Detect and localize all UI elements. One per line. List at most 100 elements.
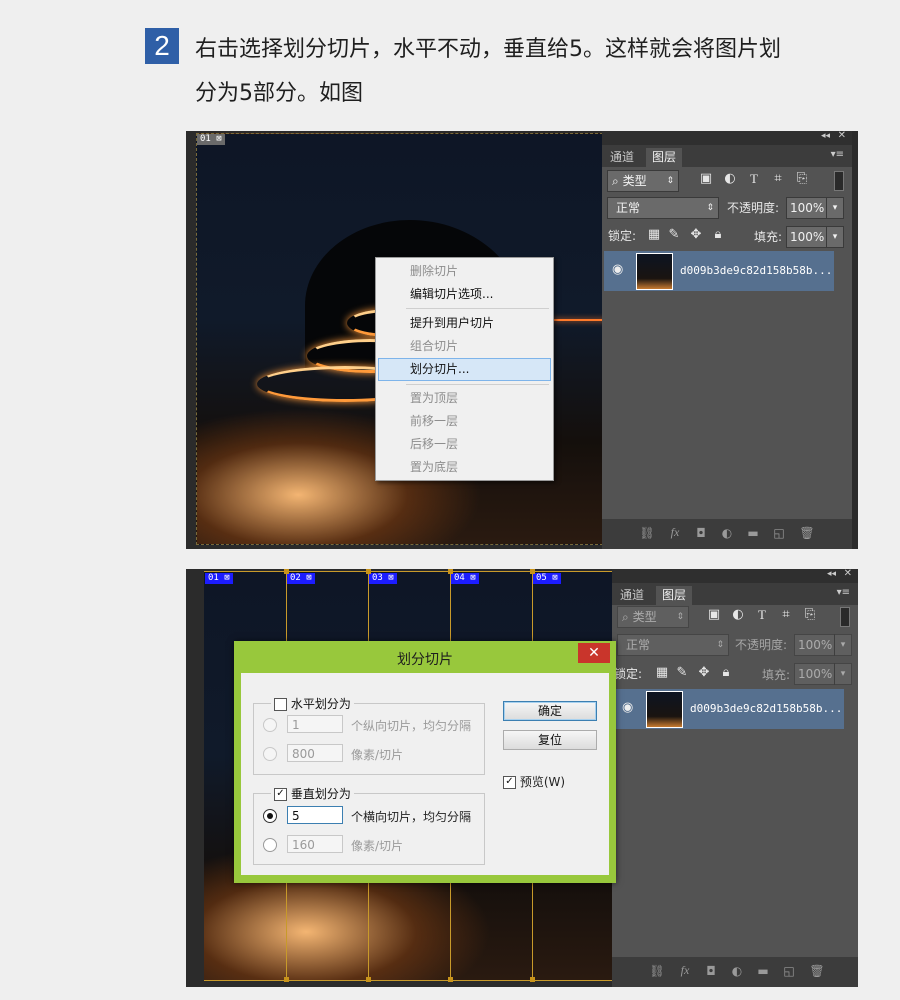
- opacity-dropdown[interactable]: ▾: [826, 197, 844, 219]
- collapse-arrows-icon[interactable]: ◂◂: [827, 569, 836, 579]
- opacity-dropdown[interactable]: ▾: [834, 634, 852, 656]
- image-filter-icon[interactable]: ▣: [706, 607, 722, 622]
- shape-filter-icon[interactable]: ⌗: [778, 607, 794, 622]
- blend-mode-select[interactable]: 正常 ⇕: [617, 634, 729, 656]
- menu-item-send-backward[interactable]: 后移一层: [410, 433, 458, 455]
- layer-row[interactable]: ◉ d009b3de9c82d158b58b...: [614, 689, 844, 729]
- vertical-pixels-input[interactable]: 160: [287, 835, 343, 853]
- horizontal-divide-legend: 水平划分为: [271, 695, 354, 712]
- visibility-eye-icon[interactable]: ◉: [622, 700, 633, 715]
- layer-row[interactable]: ◉ d009b3de9c82d158b58b...: [604, 251, 834, 291]
- slice-handle[interactable]: [284, 569, 289, 574]
- slice-number-tag: 05 ⊠: [533, 573, 561, 584]
- tab-channels[interactable]: 通道: [614, 586, 650, 605]
- lock-transparent-icon[interactable]: ▦: [646, 227, 662, 242]
- slice-handle[interactable]: [366, 569, 371, 574]
- menu-item-delete-slice[interactable]: 删除切片: [410, 260, 458, 282]
- tab-layers[interactable]: 图层: [656, 586, 693, 605]
- layer-style-fx-icon[interactable]: fx: [676, 963, 694, 978]
- filter-toggle[interactable]: [840, 607, 850, 627]
- adjustment-layer-icon[interactable]: ◐: [728, 964, 746, 978]
- horizontal-pixels-radio[interactable]: [263, 747, 277, 761]
- slice-handle[interactable]: [448, 569, 453, 574]
- image-filter-icon[interactable]: ▣: [698, 171, 714, 186]
- lock-transparent-icon[interactable]: ▦: [654, 665, 670, 680]
- type-filter-icon[interactable]: T: [754, 607, 770, 623]
- new-group-folder-icon[interactable]: ▬: [744, 526, 762, 540]
- blend-mode-select[interactable]: 正常 ⇕: [607, 197, 719, 219]
- adjustment-filter-icon[interactable]: ◐: [730, 607, 746, 622]
- shape-filter-icon[interactable]: ⌗: [770, 171, 786, 186]
- panel-menu-icon[interactable]: ▾≡: [837, 587, 850, 598]
- slice-handle[interactable]: [366, 977, 371, 982]
- horizontal-count-hint: 个纵向切片，均匀分隔: [351, 719, 472, 733]
- vertical-pixels-radio[interactable]: [263, 838, 277, 852]
- delete-layer-trash-icon[interactable]: 🗑︎: [798, 526, 816, 540]
- close-button[interactable]: ✕: [578, 643, 610, 663]
- delete-layer-trash-icon[interactable]: 🗑︎: [808, 964, 826, 978]
- horizontal-divide-checkbox[interactable]: [274, 698, 287, 711]
- slice-handle[interactable]: [530, 569, 535, 574]
- smart-object-filter-icon[interactable]: ⎘: [794, 171, 810, 186]
- fill-field[interactable]: 100%: [786, 226, 827, 248]
- new-layer-icon[interactable]: ◱: [770, 526, 788, 540]
- fill-field[interactable]: 100%: [794, 663, 835, 685]
- slice-handle[interactable]: [530, 977, 535, 982]
- close-panel-icon[interactable]: ✕: [838, 131, 846, 141]
- tab-channels[interactable]: 通道: [604, 148, 640, 167]
- menu-item-bring-forward[interactable]: 前移一层: [410, 410, 458, 432]
- add-mask-icon[interactable]: ◘: [702, 964, 720, 978]
- filter-kind-select[interactable]: ⌕ 类型 ⇕: [607, 170, 679, 192]
- adjustment-layer-icon[interactable]: ◐: [718, 526, 736, 540]
- preview-option[interactable]: ✓ 预览(W): [503, 773, 565, 790]
- close-panel-icon[interactable]: ✕: [844, 569, 852, 579]
- preview-checkbox[interactable]: ✓: [503, 776, 516, 789]
- add-mask-icon[interactable]: ◘: [692, 526, 710, 540]
- visibility-eye-icon[interactable]: ◉: [612, 262, 623, 277]
- new-group-folder-icon[interactable]: ▬: [754, 964, 772, 978]
- vertical-divide-checkbox[interactable]: ✓: [274, 788, 287, 801]
- horizontal-divide-group: [253, 703, 485, 775]
- layers-panel: ◂◂ ✕ 通道 图层 ▾≡ ⌕ 类型 ⇕ ▣ ◐ T ⌗ ⎘ 正常 ⇕ 不透明度…: [612, 569, 858, 987]
- lock-all-icon[interactable]: 🔒︎: [710, 227, 726, 242]
- fill-dropdown[interactable]: ▾: [834, 663, 852, 685]
- vertical-count-input[interactable]: 5: [287, 806, 343, 824]
- fill-dropdown[interactable]: ▾: [826, 226, 844, 248]
- type-filter-icon[interactable]: T: [746, 171, 762, 187]
- tab-layers[interactable]: 图层: [646, 148, 683, 167]
- panel-menu-icon[interactable]: ▾≡: [831, 149, 844, 160]
- lock-image-brush-icon[interactable]: ✎: [674, 665, 690, 680]
- menu-item-bring-to-front[interactable]: 置为顶层: [410, 387, 458, 409]
- slice-image-icon: ⊠: [306, 573, 312, 583]
- lock-position-icon[interactable]: ✥: [688, 227, 704, 242]
- horizontal-pixels-input[interactable]: 800: [287, 744, 343, 762]
- panel-tabs: 通道 图层 ▾≡: [612, 583, 858, 605]
- lock-all-icon[interactable]: 🔒︎: [718, 665, 734, 680]
- filter-toggle[interactable]: [834, 171, 844, 191]
- new-layer-icon[interactable]: ◱: [780, 964, 798, 978]
- lock-position-icon[interactable]: ✥: [696, 665, 712, 680]
- link-layers-icon[interactable]: ⛓: [648, 964, 666, 978]
- horizontal-count-input[interactable]: 1: [287, 715, 343, 733]
- lock-label: 锁定:: [614, 667, 643, 681]
- link-layers-icon[interactable]: ⛓: [638, 526, 656, 540]
- slice-handle[interactable]: [448, 977, 453, 982]
- lock-image-brush-icon[interactable]: ✎: [666, 227, 682, 242]
- reset-button[interactable]: 复位: [503, 730, 597, 750]
- opacity-field[interactable]: 100%: [794, 634, 835, 656]
- collapse-arrows-icon[interactable]: ◂◂: [821, 131, 830, 141]
- menu-item-edit-slice-options[interactable]: 编辑切片选项...: [410, 283, 493, 305]
- slice-handle[interactable]: [284, 977, 289, 982]
- horizontal-count-radio[interactable]: [263, 718, 277, 732]
- menu-item-divide-slice[interactable]: 划分切片...: [410, 358, 469, 380]
- opacity-field[interactable]: 100%: [786, 197, 827, 219]
- filter-kind-select[interactable]: ⌕ 类型 ⇕: [617, 606, 689, 628]
- vertical-count-radio[interactable]: [263, 809, 277, 823]
- menu-item-send-to-back[interactable]: 置为底层: [410, 456, 458, 478]
- layer-style-fx-icon[interactable]: fx: [666, 525, 684, 540]
- menu-item-combine-slices[interactable]: 组合切片: [410, 335, 458, 357]
- smart-object-filter-icon[interactable]: ⎘: [802, 607, 818, 622]
- ok-button[interactable]: 确定: [503, 701, 597, 721]
- menu-item-promote-user-slice[interactable]: 提升到用户切片: [410, 312, 494, 334]
- adjustment-filter-icon[interactable]: ◐: [722, 171, 738, 186]
